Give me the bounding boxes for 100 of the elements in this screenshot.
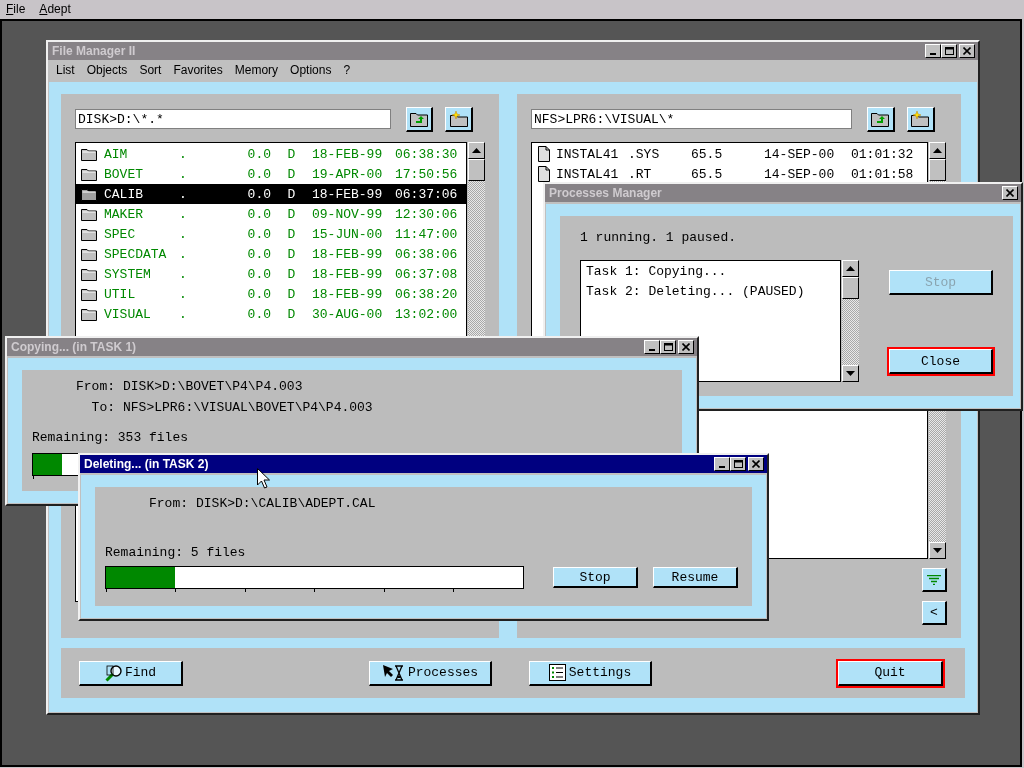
file-row[interactable]: AIM . 0.0 D 18-FEB-99 06:38:30	[76, 144, 466, 164]
close-icon	[752, 460, 760, 468]
file-size: 0.0	[246, 206, 271, 222]
file-extension: .	[179, 306, 188, 322]
file-size: 0.0	[246, 146, 271, 162]
scroll-up-button[interactable]	[468, 142, 485, 159]
menu-item[interactable]: List	[56, 63, 75, 77]
new-folder-button[interactable]	[906, 106, 935, 132]
file-row[interactable]: SYSTEM . 0.0 D 18-FEB-99 06:37:08	[76, 264, 466, 284]
scroll-thumb[interactable]	[842, 277, 859, 299]
command-button[interactable]: Quit	[838, 660, 943, 686]
command-button[interactable]: Find	[79, 660, 183, 686]
scroll-thumb[interactable]	[929, 159, 946, 181]
menu-item[interactable]: Objects	[86, 63, 128, 77]
command-button[interactable]: Close	[889, 349, 993, 374]
filter-button[interactable]	[922, 568, 947, 592]
parent-folder-button[interactable]	[866, 106, 895, 132]
menu-item[interactable]: Sort	[139, 63, 162, 77]
menu-item[interactable]: Adept	[39, 2, 71, 16]
folder-icon	[81, 247, 97, 261]
window-title: Copying... (in TASK 1)	[11, 340, 137, 354]
new-folder-icon	[449, 110, 468, 127]
folder-arrow-icon	[871, 110, 890, 127]
file-row[interactable]: SPECDATA . 0.0 D 18-FEB-99 06:38:06	[76, 244, 466, 264]
folder-icon	[81, 167, 97, 181]
scroll-up-button[interactable]	[929, 142, 946, 159]
file-extension: .RT	[628, 166, 653, 182]
file-name: CALIB	[104, 186, 144, 202]
file-time: 06:37:08	[395, 266, 459, 282]
path-field[interactable]: DISK>D:\*.*	[75, 109, 391, 129]
command-button[interactable]: Stop	[553, 567, 638, 588]
window-title: Deleting... (in TASK 2)	[84, 457, 209, 471]
maximize-button[interactable]	[730, 457, 746, 471]
file-row[interactable]: CALIB . 0.0 D 18-FEB-99 06:37:06	[76, 184, 466, 204]
file-date: 18-FEB-99	[312, 246, 384, 262]
file-name: INSTAL41	[556, 146, 620, 162]
file-size: 0.0	[246, 226, 271, 242]
field-label: To:	[90, 400, 115, 417]
command-button[interactable]: Settings	[529, 660, 652, 686]
maximize-icon	[944, 47, 954, 55]
parent-folder-button[interactable]	[405, 106, 434, 132]
command-button[interactable]: Resume	[653, 567, 738, 588]
file-name: AIM	[104, 146, 129, 162]
menu-item[interactable]: File	[6, 2, 26, 16]
remaining-text: Remaining: 353 files	[32, 430, 190, 447]
minimize-button[interactable]	[714, 457, 730, 471]
remaining-text: Remaining: 5 files	[105, 545, 247, 562]
cursor-hourglass-icon	[381, 663, 406, 682]
file-row[interactable]: INSTAL41 .RT 65.5 14-SEP-00 01:01:58	[532, 164, 927, 184]
file-name: SYSTEM	[104, 266, 152, 282]
close-button[interactable]	[748, 457, 764, 471]
file-row[interactable]: INSTAL41 .SYS 65.5 14-SEP-00 01:01:32	[532, 144, 927, 164]
scroll-down-button[interactable]	[929, 542, 946, 559]
file-name: BOVET	[104, 166, 144, 182]
file-size: 0.0	[246, 286, 271, 302]
new-folder-icon	[911, 110, 930, 127]
new-folder-button[interactable]	[445, 106, 473, 132]
menu-item[interactable]: Favorites	[173, 63, 223, 77]
menu-item[interactable]: ?	[343, 63, 351, 77]
task-item[interactable]: Task 1: Copying...	[586, 264, 835, 284]
file-row[interactable]: BOVET . 0.0 D 19-APR-00 17:50:56	[76, 164, 466, 184]
file-attribute: D	[286, 186, 297, 202]
file-time: 12:30:06	[395, 206, 459, 222]
scroll-down-button[interactable]	[842, 365, 859, 382]
scroll-thumb[interactable]	[468, 159, 485, 181]
folder-icon	[81, 287, 97, 301]
window-title: Processes Manager	[549, 186, 662, 200]
scroll-up-button[interactable]	[842, 260, 859, 277]
file-date: 09-NOV-99	[312, 206, 384, 222]
command-button[interactable]: Processes	[369, 660, 492, 686]
collapse-button[interactable]: <	[922, 601, 947, 625]
file-extension: .	[179, 286, 188, 302]
file-date: 18-FEB-99	[312, 266, 384, 282]
file-row[interactable]: MAKER . 0.0 D 09-NOV-99 12:30:06	[76, 204, 466, 224]
folder-icon	[81, 227, 97, 241]
file-date: 15-JUN-00	[312, 226, 384, 242]
file-name: MAKER	[104, 206, 144, 222]
close-icon	[1006, 189, 1014, 197]
file-name: SPECDATA	[104, 246, 168, 262]
folder-arrow-icon	[410, 110, 429, 127]
menu-item[interactable]: Memory	[234, 63, 279, 77]
up-arrow-icon	[472, 148, 481, 153]
folder-icon	[81, 207, 97, 221]
folder-icon	[81, 187, 97, 201]
file-attribute: D	[286, 166, 297, 182]
menu-item[interactable]: Options	[290, 63, 332, 77]
file-row[interactable]: SPEC . 0.0 D 15-JUN-00 11:47:00	[76, 224, 466, 244]
file-date: 14-SEP-00	[764, 166, 836, 182]
status-text: 1 running. 1 paused.	[580, 230, 738, 247]
file-icon	[537, 166, 551, 182]
file-attribute: D	[286, 286, 297, 302]
file-date: 30-AUG-00	[312, 306, 384, 322]
file-name: VISUAL	[104, 306, 152, 322]
file-attribute: D	[286, 206, 297, 222]
task-item[interactable]: Task 2: Deleting... (PAUSED)	[586, 284, 835, 304]
path-field[interactable]: NFS>LPR6:\VISUAL\*	[531, 109, 852, 129]
file-row[interactable]: VISUAL . 0.0 D 30-AUG-00 13:02:00	[76, 304, 466, 324]
minimize-icon	[719, 466, 725, 468]
file-row[interactable]: UTIL . 0.0 D 18-FEB-99 06:38:20	[76, 284, 466, 304]
file-size: 0.0	[246, 246, 271, 262]
